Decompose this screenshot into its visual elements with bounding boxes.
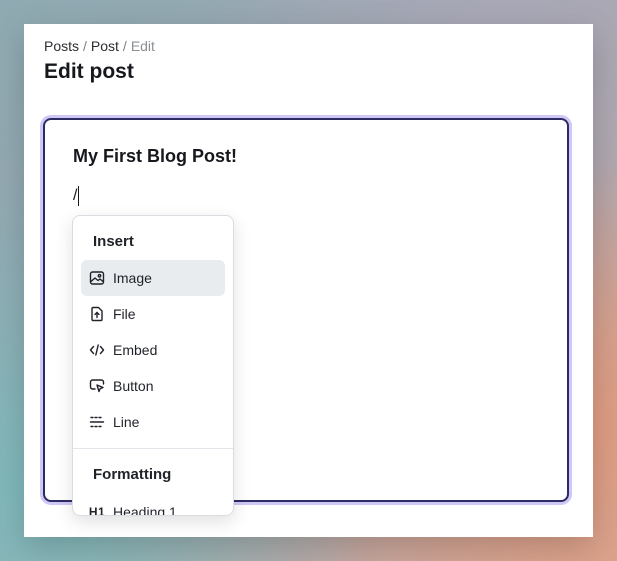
breadcrumb-separator: /	[83, 38, 87, 54]
menu-item-heading-1[interactable]: H1 Heading 1	[81, 494, 225, 516]
menu-section-formatting-title: Formatting	[93, 466, 172, 483]
horizontal-rule-icon	[89, 414, 105, 430]
menu-item-image[interactable]: Image	[81, 260, 225, 296]
breadcrumb-posts-link[interactable]: Posts	[44, 38, 79, 54]
menu-item-label: Image	[113, 270, 152, 286]
breadcrumb: Posts / Post / Edit	[44, 38, 155, 54]
slash-command-menu: Insert Image File Embed Button Line Form…	[72, 215, 234, 516]
menu-item-label: Line	[113, 414, 140, 430]
menu-item-label: File	[113, 306, 136, 322]
slash-command-text: /	[73, 187, 78, 204]
menu-item-label: Heading 1	[113, 504, 177, 516]
menu-item-embed[interactable]: Embed	[81, 332, 225, 368]
heading-1-icon: H1	[88, 505, 106, 516]
editor-current-line[interactable]: /	[73, 186, 80, 206]
page-title: Edit post	[44, 60, 134, 83]
menu-item-line[interactable]: Line	[81, 404, 225, 440]
menu-item-file[interactable]: File	[81, 296, 225, 332]
button-cursor-icon	[89, 378, 105, 394]
breadcrumb-current: Edit	[130, 38, 155, 54]
text-caret	[78, 186, 80, 206]
edit-post-panel: Posts / Post / Edit Edit post My First B…	[24, 24, 593, 537]
image-icon	[89, 270, 105, 286]
menu-item-button[interactable]: Button	[81, 368, 225, 404]
menu-section-insert-title: Insert	[93, 233, 134, 250]
file-upload-icon	[89, 306, 105, 322]
document-title[interactable]: My First Blog Post!	[73, 146, 237, 167]
breadcrumb-post-link[interactable]: Post	[91, 38, 119, 54]
menu-divider	[73, 448, 233, 449]
code-icon	[89, 342, 105, 358]
menu-item-label: Embed	[113, 342, 158, 358]
breadcrumb-separator: /	[122, 38, 127, 54]
menu-item-label: Button	[113, 378, 154, 394]
